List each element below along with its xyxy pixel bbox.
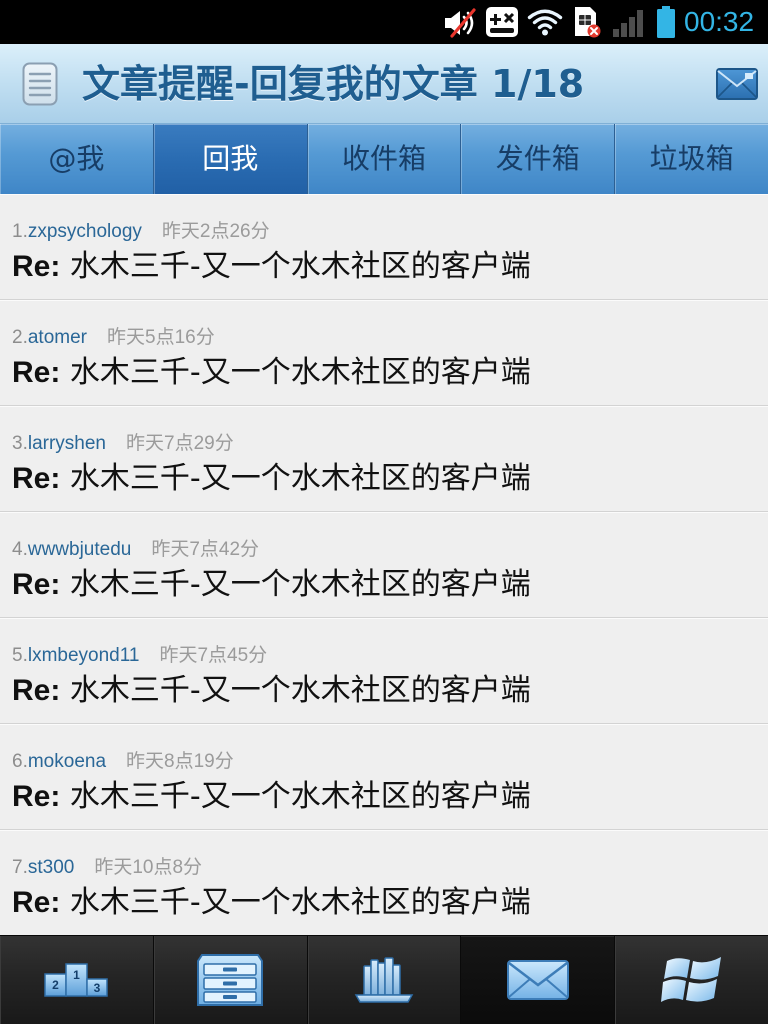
reply-index: 7. xyxy=(12,857,28,878)
mail-icon xyxy=(506,959,570,1001)
reply-subject: Re: 水木三千-又一个水木社区的客户端 xyxy=(12,355,531,391)
tab-trash[interactable]: 垃圾箱 xyxy=(615,124,768,194)
reply-row[interactable]: 5.lxmbeyond11 昨天7点45分 Re: 水木三千-又一个水木社区的客户… xyxy=(0,618,768,724)
nav-cabinet[interactable] xyxy=(153,936,308,1024)
reply-list[interactable]: 1.zxpsychology 昨天2点26分 Re: 水木三千-又一个水木社区的客… xyxy=(0,194,768,935)
tab-replies[interactable]: 回我 xyxy=(153,124,308,194)
reply-author[interactable]: atomer xyxy=(28,327,87,348)
reply-index: 3. xyxy=(12,433,28,454)
list-menu-icon[interactable] xyxy=(22,62,58,106)
reply-meta: 4.wwwbjutedu 昨天7点42分 xyxy=(12,538,259,562)
ranking-podium-icon: 2 1 3 xyxy=(44,963,109,997)
reply-subject: Re: 水木三千-又一个水木社区的客户端 xyxy=(12,461,531,497)
reply-author[interactable]: lxmbeyond11 xyxy=(28,645,140,666)
reply-row[interactable]: 2.atomer 昨天5点16分 Re: 水木三千-又一个水木社区的客户端 xyxy=(0,300,768,406)
nav-ranking[interactable]: 2 1 3 xyxy=(0,936,154,1024)
reply-index: 2. xyxy=(12,327,28,348)
reply-author[interactable]: mokoena xyxy=(28,751,106,772)
reply-prefix: Re: xyxy=(12,780,61,813)
reply-subject: Re: 水木三千-又一个水木社区的客户端 xyxy=(12,779,531,815)
reply-author[interactable]: wwwbjutedu xyxy=(28,539,132,560)
reply-row[interactable]: 3.larryshen 昨天7点29分 Re: 水木三千-又一个水木社区的客户端 xyxy=(0,406,768,512)
reply-index: 6. xyxy=(12,751,28,772)
nav-boards[interactable] xyxy=(307,936,462,1024)
windows-icon xyxy=(660,953,723,1007)
nav-mail[interactable] xyxy=(461,936,616,1024)
tab-inbox[interactable]: 收件箱 xyxy=(307,124,462,194)
title-bar: 文章提醒-回复我的文章 1/18 xyxy=(0,44,768,124)
bottom-navigation: 2 1 3 xyxy=(0,935,768,1024)
reply-subject-text: 水木三千-又一个水木社区的客户端 xyxy=(69,885,531,920)
reply-author[interactable]: st300 xyxy=(28,857,74,878)
tab-at-me[interactable]: @我 xyxy=(0,124,154,194)
reply-subject-text: 水木三千-又一个水木社区的客户端 xyxy=(69,673,531,708)
reply-subject-text: 水木三千-又一个水木社区的客户端 xyxy=(69,355,531,390)
reply-prefix: Re: xyxy=(12,886,61,919)
reply-row[interactable]: 6.mokoena 昨天8点19分 Re: 水木三千-又一个水木社区的客户端 xyxy=(0,724,768,830)
battery-icon xyxy=(656,6,676,38)
reply-prefix: Re: xyxy=(12,356,61,389)
reply-time: 昨天7点29分 xyxy=(126,433,234,454)
reply-meta: 3.larryshen 昨天7点29分 xyxy=(12,432,234,456)
podium-label-second: 2 xyxy=(53,978,60,992)
reply-index: 1. xyxy=(12,221,28,242)
reply-prefix: Re: xyxy=(12,250,61,283)
reply-author[interactable]: zxpsychology xyxy=(28,221,142,242)
reply-prefix: Re: xyxy=(12,568,61,601)
reply-time: 昨天8点19分 xyxy=(126,751,234,772)
reply-prefix: Re: xyxy=(12,674,61,707)
tab-outbox[interactable]: 发件箱 xyxy=(461,124,616,194)
reply-row[interactable]: 4.wwwbjutedu 昨天7点42分 Re: 水木三千-又一个水木社区的客户端 xyxy=(0,512,768,618)
tab-bar: @我 回我 收件箱 发件箱 垃圾箱 xyxy=(0,124,768,194)
reply-subject: Re: 水木三千-又一个水木社区的客户端 xyxy=(12,885,531,921)
wifi-icon xyxy=(527,8,563,36)
reply-time: 昨天10点8分 xyxy=(94,857,203,878)
mail-icon[interactable] xyxy=(716,68,758,100)
cabinet-icon xyxy=(196,953,264,1007)
reply-subject-text: 水木三千-又一个水木社区的客户端 xyxy=(69,461,531,496)
page-title: 文章提醒-回复我的文章 1/18 xyxy=(82,62,585,106)
podium-label-third: 3 xyxy=(94,981,101,995)
bookshelf-icon xyxy=(353,956,415,1004)
reply-index: 4. xyxy=(12,539,28,560)
reply-row[interactable]: 1.zxpsychology 昨天2点26分 Re: 水木三千-又一个水木社区的客… xyxy=(0,194,768,300)
reply-meta: 6.mokoena 昨天8点19分 xyxy=(12,750,234,774)
reply-meta: 5.lxmbeyond11 昨天7点45分 xyxy=(12,644,267,668)
reply-subject: Re: 水木三千-又一个水木社区的客户端 xyxy=(12,673,531,709)
reply-time: 昨天7点42分 xyxy=(151,539,260,560)
reply-time: 昨天2点26分 xyxy=(161,221,270,242)
reply-subject-text: 水木三千-又一个水木社区的客户端 xyxy=(69,567,531,602)
reply-subject: Re: 水木三千-又一个水木社区的客户端 xyxy=(12,249,531,285)
reply-time: 昨天5点16分 xyxy=(107,327,215,348)
reply-subject-text: 水木三千-又一个水木社区的客户端 xyxy=(69,249,531,284)
reply-meta: 2.atomer 昨天5点16分 xyxy=(12,326,215,350)
reply-meta: 1.zxpsychology 昨天2点26分 xyxy=(12,220,270,244)
gamepad-notification-icon xyxy=(485,6,519,38)
reply-index: 5. xyxy=(12,645,28,666)
reply-row[interactable]: 7.st300 昨天10点8分 Re: 水木三千-又一个水木社区的客户端 xyxy=(0,830,768,935)
sim-error-icon xyxy=(573,6,601,38)
status-time: 00:32 xyxy=(684,6,755,37)
volume-muted-icon xyxy=(443,8,477,38)
reply-time: 昨天7点45分 xyxy=(159,645,268,666)
signal-icon xyxy=(612,9,646,37)
reply-meta: 7.st300 昨天10点8分 xyxy=(12,856,202,880)
reply-subject: Re: 水木三千-又一个水木社区的客户端 xyxy=(12,567,531,603)
reply-prefix: Re: xyxy=(12,462,61,495)
nav-more[interactable] xyxy=(615,936,768,1024)
reply-subject-text: 水木三千-又一个水木社区的客户端 xyxy=(69,779,531,814)
reply-author[interactable]: larryshen xyxy=(28,433,106,454)
status-bar: 00:32 xyxy=(0,0,768,44)
podium-label-first: 1 xyxy=(74,968,81,982)
